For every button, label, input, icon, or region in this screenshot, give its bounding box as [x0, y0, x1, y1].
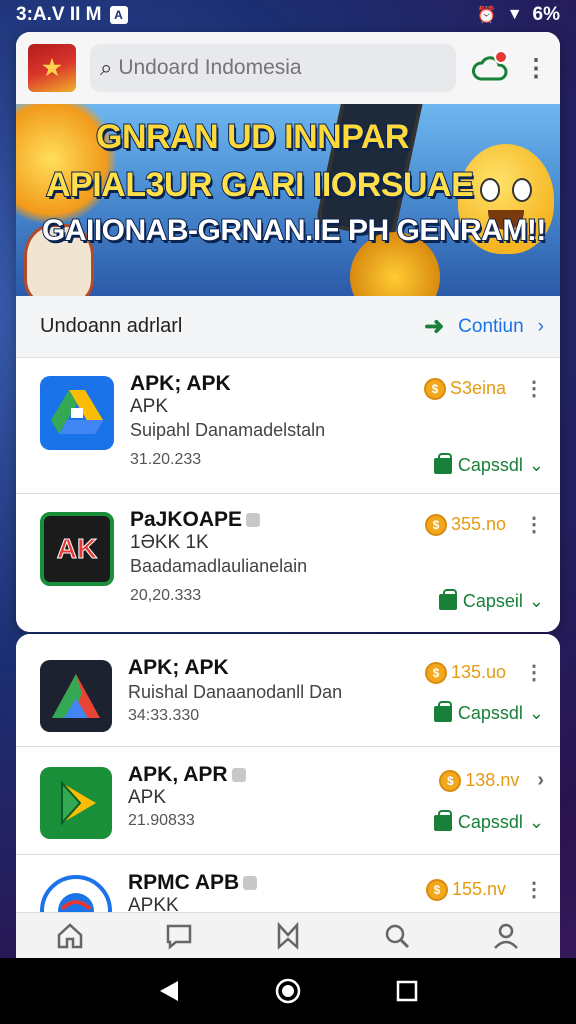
shopping-bag-icon — [433, 452, 452, 474]
banner-headline-2: APIAL3UR GARI IIORSUAE — [45, 165, 475, 205]
price-value: 155.nv — [451, 879, 506, 899]
chevron-down-icon: ⌄ — [528, 455, 544, 475]
coin-icon: $ — [424, 513, 447, 536]
home-circle-icon[interactable] — [268, 971, 308, 1011]
triangle-app-icon — [40, 660, 112, 732]
search-icon: ⌕ — [100, 55, 113, 80]
emblem-logo-icon[interactable]: ★ — [28, 44, 76, 92]
verified-badge-icon — [246, 513, 261, 528]
bottom-navigation — [16, 912, 560, 958]
coin-icon: $ — [424, 661, 447, 684]
app-name: PaJKOAPE — [130, 508, 243, 531]
install-status-button[interactable]: Capssdl ⌄ — [433, 809, 544, 833]
shopping-bag-icon — [438, 588, 457, 610]
main-card: ★ ⌕ ⋮ GNRAN UD INNPAR APIAL3UR GARI IIOR… — [16, 32, 560, 632]
notification-badge: A — [109, 6, 128, 24]
install-status-button[interactable]: Capseil ⌄ — [438, 588, 544, 612]
back-icon[interactable] — [149, 971, 189, 1011]
chevron-down-icon: ⌄ — [528, 591, 544, 611]
more-options-icon[interactable]: ⋮ — [524, 877, 544, 902]
price-tag: $ 355.no — [424, 513, 506, 536]
install-status-label: Capssdl — [457, 455, 523, 475]
price-tag: $ 155.nv — [425, 878, 506, 901]
alarm-icon: ⏰ — [476, 7, 497, 24]
chevron-right-icon: › — [537, 315, 544, 337]
more-options-icon[interactable]: ⋮ — [524, 660, 544, 685]
apk-app-icon: AK — [40, 512, 114, 586]
notification-dot — [494, 50, 508, 64]
secondary-card: APK; APK Ruishal Danaanodanll Dan 34:33.… — [16, 634, 560, 956]
list-item[interactable]: AK PaJKOAPE 1ƏKK 1K Baadamadlaulianelain… — [16, 494, 560, 632]
list-item[interactable]: APK; APK APK Suipahl Danamadelstaln 31.2… — [16, 358, 560, 494]
profile-icon[interactable] — [482, 916, 530, 956]
cloud-notification-button[interactable] — [470, 48, 510, 88]
coin-icon: $ — [425, 878, 448, 901]
install-status-label: Capssdl — [457, 703, 523, 723]
price-tag: $ 135.uo — [424, 661, 506, 684]
install-status-button[interactable]: Capssdl ⌄ — [433, 452, 544, 476]
price-value: S3eina — [449, 378, 506, 398]
play-app-icon — [40, 767, 112, 839]
app-name: RPMC APB — [128, 871, 240, 894]
top-bar: ★ ⌕ ⋮ — [16, 32, 560, 104]
system-navigation-bar — [0, 958, 576, 1024]
continue-link[interactable]: ➜ Contiun › — [424, 312, 544, 341]
list-item[interactable]: APK; APK Ruishal Danaanodanll Dan 34:33.… — [16, 634, 560, 746]
shield-icon[interactable] — [264, 916, 312, 956]
drive-app-icon — [40, 376, 114, 450]
more-options-icon[interactable]: ⋮ — [524, 54, 548, 83]
verified-badge-icon — [243, 876, 258, 891]
section-title: Undoann adrlarl — [40, 315, 183, 337]
search-input[interactable] — [118, 56, 446, 80]
coin-icon: $ — [423, 377, 446, 400]
chevron-right-icon[interactable]: › — [537, 769, 544, 792]
price-value: 135.uo — [450, 662, 506, 682]
verified-badge-icon — [231, 768, 246, 783]
install-status-label: Capssdl — [457, 812, 523, 832]
home-icon[interactable] — [46, 916, 94, 956]
app-name: APK, APR — [128, 763, 228, 786]
section-header: Undoann adrlarl ➜ Contiun › — [16, 296, 560, 358]
price-tag: $ 138.nv — [439, 769, 520, 792]
battery-level: 6% — [532, 4, 560, 25]
chevron-down-icon: ⌄ — [528, 703, 544, 723]
chat-icon[interactable] — [155, 916, 203, 956]
more-options-icon[interactable]: ⋮ — [524, 512, 544, 537]
more-options-icon[interactable]: ⋮ — [524, 376, 544, 401]
continue-label: Contiun — [458, 315, 524, 337]
shopping-bag-icon — [433, 700, 452, 722]
install-status-button[interactable]: Capssdl ⌄ — [433, 700, 544, 724]
banner-headline-3: GAIIONAB-GRNAN.IE PH GENRAM!! — [41, 213, 547, 248]
list-item[interactable]: APK, APR APK 21.90833 $ 138.nv › Capssdl… — [16, 746, 560, 854]
chevron-down-icon: ⌄ — [528, 812, 544, 832]
price-value: 355.no — [450, 514, 506, 534]
status-time: 3:A.V II M — [16, 4, 102, 25]
status-bar: 3:A.V II M A ⏰ ▼ 6% — [0, 0, 576, 30]
search-icon[interactable] — [373, 916, 421, 956]
install-status-label: Capseil — [462, 591, 523, 611]
coin-icon: $ — [439, 769, 462, 792]
banner-headline-1: GNRAN UD INNPAR — [95, 117, 410, 157]
shopping-bag-icon — [433, 809, 452, 831]
price-tag: $ S3eina — [423, 377, 506, 400]
wifi-icon: ▼ — [506, 6, 523, 23]
search-bar[interactable]: ⌕ — [90, 44, 456, 92]
price-value: 138.nv — [465, 770, 520, 790]
promo-banner[interactable]: GNRAN UD INNPAR APIAL3UR GARI IIORSUAE G… — [16, 104, 560, 296]
arrow-right-icon: ➜ — [424, 313, 445, 340]
recents-icon[interactable] — [387, 971, 427, 1011]
